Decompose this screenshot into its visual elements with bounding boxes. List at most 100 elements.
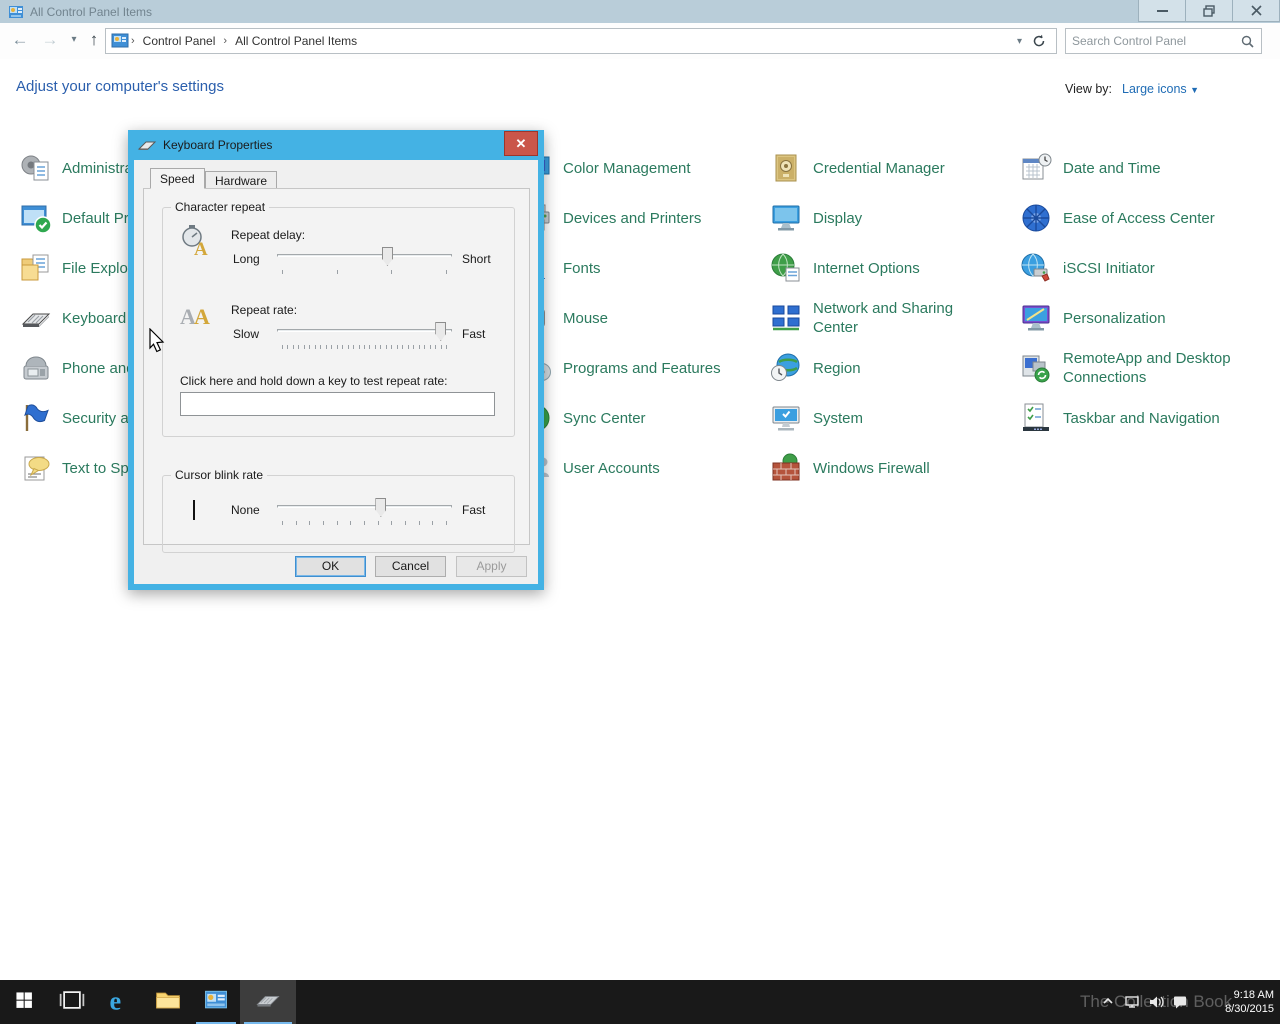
cursor-blink-max-label: Fast: [462, 503, 486, 517]
up-button[interactable]: ↑: [82, 28, 106, 52]
taskbar-button-file-explorer[interactable]: [144, 980, 192, 1024]
slider-tick: [391, 521, 393, 525]
character-repeat-group-label: Character repeat: [171, 200, 270, 214]
cp-item-network-and-sharing-center[interactable]: Network and Sharing Center: [770, 293, 965, 343]
file-explorer-options-icon: [20, 252, 52, 284]
taskbar-clock[interactable]: 9:18 AM 8/30/2015: [1225, 980, 1274, 1024]
tab-hardware[interactable]: Hardware: [205, 171, 278, 189]
slider-tick: [369, 345, 371, 349]
display-icon: [770, 202, 802, 234]
taskbar-button-keyboard-properties[interactable]: [240, 980, 296, 1024]
cp-item-credential-manager[interactable]: Credential Manager: [770, 143, 965, 193]
slider-tick: [446, 345, 447, 349]
forward-button[interactable]: →: [38, 28, 62, 52]
cp-item-taskbar-and-navigation[interactable]: Taskbar and Navigation: [1020, 393, 1251, 443]
cp-item-mouse[interactable]: Mouse: [520, 293, 753, 343]
keyboard-task-icon: [254, 986, 282, 1019]
personalization-icon: [1020, 302, 1052, 334]
window-controls: [1138, 0, 1280, 23]
system-tray: [1096, 980, 1192, 1024]
taskbar-button-control-panel[interactable]: [192, 980, 240, 1024]
search-box: [1065, 28, 1262, 54]
breadcrumb-control-panel[interactable]: Control Panel: [137, 34, 222, 48]
cp-item-personalization[interactable]: Personalization: [1020, 293, 1251, 343]
slider-track[interactable]: [277, 329, 452, 332]
cp-item-sync-center[interactable]: Sync Center: [520, 393, 753, 443]
taskbar-button-task-view[interactable]: [48, 980, 96, 1024]
cp-item-region[interactable]: Region: [770, 343, 965, 393]
cp-item-remoteapp-and-desktop-connections[interactable]: RemoteApp and Desktop Connections: [1020, 343, 1251, 393]
cancel-button[interactable]: Cancel: [375, 556, 446, 577]
network-icon[interactable]: [1121, 991, 1143, 1013]
slider-tick: [282, 521, 283, 525]
cp-item-label: iSCSI Initiator: [1063, 259, 1155, 277]
cp-item-devices-and-printers[interactable]: Devices and Printers: [520, 193, 753, 243]
cp-item-iscsi-initiator[interactable]: iSCSI Initiator: [1020, 243, 1251, 293]
cp-item-internet-options[interactable]: Internet Options: [770, 243, 965, 293]
address-bar[interactable]: › Control Panel › All Control Panel Item…: [105, 28, 1057, 54]
slider-thumb[interactable]: [435, 322, 447, 341]
taskbar-button-start[interactable]: [0, 980, 48, 1024]
repeat-rate-slider[interactable]: [277, 321, 452, 351]
search-icon[interactable]: [1233, 35, 1262, 48]
slider-tick: [342, 345, 344, 349]
address-dropdown-icon[interactable]: ▾: [1009, 36, 1030, 47]
cp-item-display[interactable]: Display: [770, 193, 965, 243]
view-by-dropdown-icon[interactable]: ▼: [1190, 85, 1199, 95]
clock-date: 8/30/2015: [1225, 1003, 1274, 1015]
cursor-blink-group: Cursor blink rate None Fast: [162, 468, 515, 553]
repeat-delay-slider[interactable]: [277, 246, 452, 276]
action-center-icon[interactable]: [1169, 991, 1191, 1013]
restore-button[interactable]: [1185, 0, 1233, 22]
keyboard-icon: [20, 302, 52, 334]
back-button[interactable]: ←: [8, 28, 32, 52]
slider-tick: [320, 345, 322, 349]
slider-track[interactable]: [277, 254, 452, 257]
volume-icon[interactable]: [1145, 991, 1167, 1013]
cursor-blink-min-label: None: [231, 503, 260, 517]
cp-item-label: Internet Options: [813, 259, 920, 277]
search-input[interactable]: [1066, 34, 1233, 48]
slider-tick: [391, 345, 393, 349]
close-button[interactable]: [1232, 0, 1280, 22]
slider-tick: [295, 521, 297, 525]
file-explorer-icon: [154, 986, 182, 1019]
repeat-delay-label: Repeat delay:: [231, 228, 306, 242]
slider-tick: [282, 270, 283, 274]
cp-item-label: RemoteApp and Desktop Connections: [1063, 350, 1231, 386]
refresh-icon[interactable]: [1030, 34, 1056, 48]
slider-thumb[interactable]: [381, 247, 393, 266]
slider-tick: [350, 521, 352, 525]
cp-item-ease-of-access-center[interactable]: Ease of Access Center: [1020, 193, 1251, 243]
mouse-cursor: [148, 327, 168, 361]
chevron-up-icon[interactable]: [1097, 991, 1119, 1013]
cp-item-color-management[interactable]: Color Management: [520, 143, 753, 193]
slider-thumb[interactable]: [375, 498, 387, 517]
taskbar-button-edge[interactable]: e: [96, 980, 144, 1024]
cp-item-label: Color Management: [563, 159, 691, 177]
dialog-close-button[interactable]: ✕: [504, 131, 538, 156]
cp-item-label: User Accounts: [563, 459, 660, 477]
repeat-test-input[interactable]: [180, 392, 495, 416]
breadcrumb-all-items[interactable]: All Control Panel Items: [229, 34, 363, 48]
cp-item-programs-and-features[interactable]: Programs and Features: [520, 343, 753, 393]
slider-tick: [298, 345, 300, 349]
character-repeat-group: Character repeat A Repeat delay: Long Sh…: [162, 200, 515, 437]
ok-button[interactable]: OK: [295, 556, 366, 577]
breadcrumb-separator-icon: ›: [223, 35, 228, 47]
slider-track[interactable]: [277, 505, 452, 508]
cp-item-fonts[interactable]: AFonts: [520, 243, 753, 293]
desktop: All Control Panel Items ← → ▾ ↑ › Contro…: [0, 0, 1280, 1024]
apply-button[interactable]: Apply: [456, 556, 527, 577]
cp-item-date-and-time[interactable]: Date and Time: [1020, 143, 1251, 193]
slider-tick: [323, 521, 324, 525]
cp-item-user-accounts[interactable]: User Accounts: [520, 443, 753, 493]
view-by-value[interactable]: Large icons: [1122, 82, 1187, 96]
tab-speed[interactable]: Speed: [150, 168, 205, 189]
cp-item-windows-firewall[interactable]: Windows Firewall: [770, 443, 965, 493]
slider-tick: [364, 345, 365, 349]
cursor-blink-slider[interactable]: [277, 497, 452, 527]
minimize-button[interactable]: [1138, 0, 1186, 22]
cp-item-system[interactable]: System: [770, 393, 965, 443]
phone-modem-icon: [20, 352, 52, 384]
